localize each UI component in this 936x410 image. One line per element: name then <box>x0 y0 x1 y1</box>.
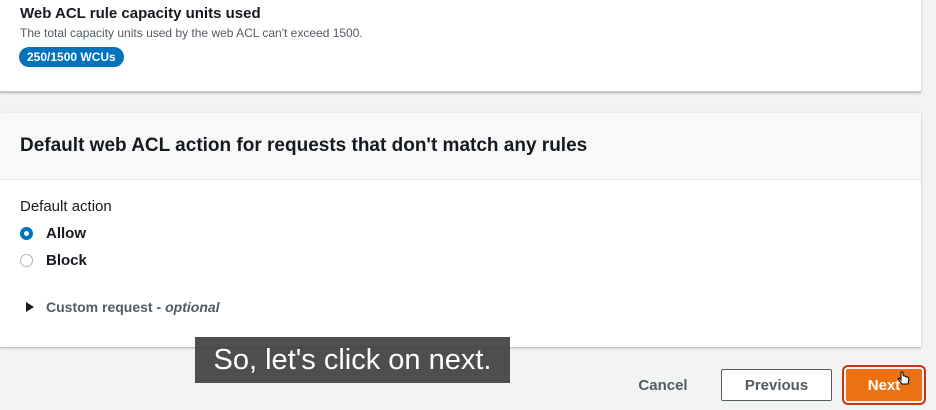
optional-label: optional <box>165 299 220 315</box>
section-header: Default web ACL action for requests that… <box>0 113 921 180</box>
radio-button-checked[interactable] <box>20 227 33 240</box>
custom-request-expander[interactable]: Custom request - optional <box>26 299 220 315</box>
default-action-label: Default action <box>20 198 112 215</box>
radio-button-unchecked[interactable] <box>20 254 33 267</box>
radio-allow[interactable]: Allow <box>20 225 86 242</box>
next-button[interactable]: Next <box>842 365 926 405</box>
default-action-panel: Default web ACL action for requests that… <box>0 113 921 347</box>
capacity-panel: Web ACL rule capacity units used The tot… <box>0 0 921 92</box>
cancel-button[interactable]: Cancel <box>628 371 698 399</box>
caret-right-icon <box>26 302 34 312</box>
capacity-title: Web ACL rule capacity units used <box>20 5 261 22</box>
radio-allow-label: Allow <box>46 225 86 242</box>
section-title: Default web ACL action for requests that… <box>20 135 588 156</box>
capacity-badge: 250/1500 WCUs <box>19 47 124 67</box>
radio-block-label: Block <box>46 252 87 269</box>
previous-button[interactable]: Previous <box>721 369 832 401</box>
radio-block[interactable]: Block <box>20 252 87 269</box>
custom-request-label: Custom request - <box>46 299 162 315</box>
capacity-description: The total capacity units used by the web… <box>20 26 363 40</box>
video-caption: So, let's click on next. <box>195 337 510 383</box>
hand-cursor-icon <box>897 371 910 385</box>
